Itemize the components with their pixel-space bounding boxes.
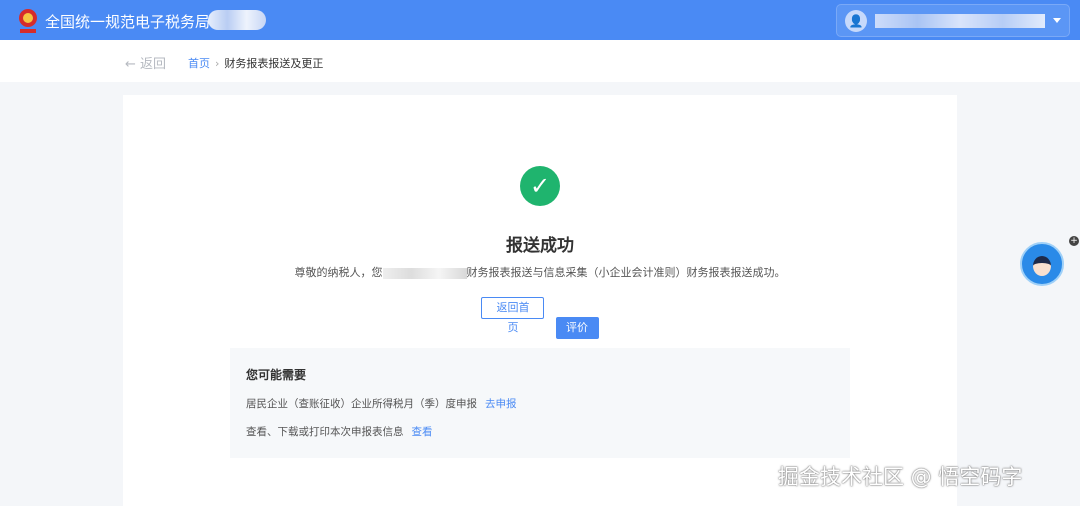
region-tag <box>208 10 266 30</box>
return-home-button[interactable]: 返回首页 <box>481 297 545 334</box>
caret-down-icon <box>1053 18 1061 27</box>
suggestion-item: 居民企业（查账征收）企业所得税月（季）度申报 去申报 <box>246 396 834 411</box>
msg-prefix: 尊敬的纳税人，您 <box>294 266 383 279</box>
suggestion-item: 查看、下载或打印本次申报表信息 查看 <box>246 424 834 439</box>
view-link[interactable]: 查看 <box>412 426 433 438</box>
suggestion-text: 查看、下载或打印本次申报表信息 <box>246 426 404 438</box>
top-bar: 全国统一规范电子税务局 👤 <box>0 0 1080 40</box>
assistant-face-icon <box>1033 256 1051 276</box>
watermark: 掘金技术社区 @ 悟空码字 <box>778 465 1023 489</box>
redacted-period <box>382 267 467 279</box>
success-check-icon: ✓ <box>520 166 560 206</box>
msg-suffix: 财务报表报送与信息采集（小企业会计准则）财务报表报送成功。 <box>466 266 786 279</box>
expand-plus-icon[interactable]: + <box>1069 236 1079 246</box>
back-button[interactable]: ← 返回 <box>125 53 166 72</box>
suggestions-panel: 您可能需要 居民企业（查账征收）企业所得税月（季）度申报 去申报 查看、下载或打印… <box>230 348 850 458</box>
emblem-logo <box>16 7 40 35</box>
suggestions-title: 您可能需要 <box>246 368 307 382</box>
breadcrumb-home[interactable]: 首页 <box>188 57 210 70</box>
user-menu[interactable]: 👤 <box>836 4 1070 37</box>
breadcrumb-bar: ← 返回 首页 › 财务报表报送及更正 <box>0 40 1080 82</box>
assistant-avatar-button[interactable] <box>1020 242 1064 286</box>
user-icon: 👤 <box>845 10 867 32</box>
result-card: ✓ 报送成功 尊敬的纳税人，您 财务报表报送与信息采集（小企业会计准则）财务报表报… <box>123 95 957 506</box>
chevron-right-icon: › <box>215 57 220 70</box>
suggestion-text: 居民企业（查账征收）企业所得税月（季）度申报 <box>246 398 477 410</box>
result-title: 报送成功 <box>506 236 574 256</box>
user-name <box>875 14 1045 28</box>
breadcrumb: 首页 › 财务报表报送及更正 <box>188 55 323 71</box>
result-message: 尊敬的纳税人，您 财务报表报送与信息采集（小企业会计准则）财务报表报送成功。 <box>123 264 957 280</box>
rate-button[interactable]: 评价 <box>555 317 599 339</box>
breadcrumb-current: 财务报表报送及更正 <box>224 57 324 70</box>
app-title: 全国统一规范电子税务局 <box>45 13 211 31</box>
go-declare-link[interactable]: 去申报 <box>485 398 517 410</box>
